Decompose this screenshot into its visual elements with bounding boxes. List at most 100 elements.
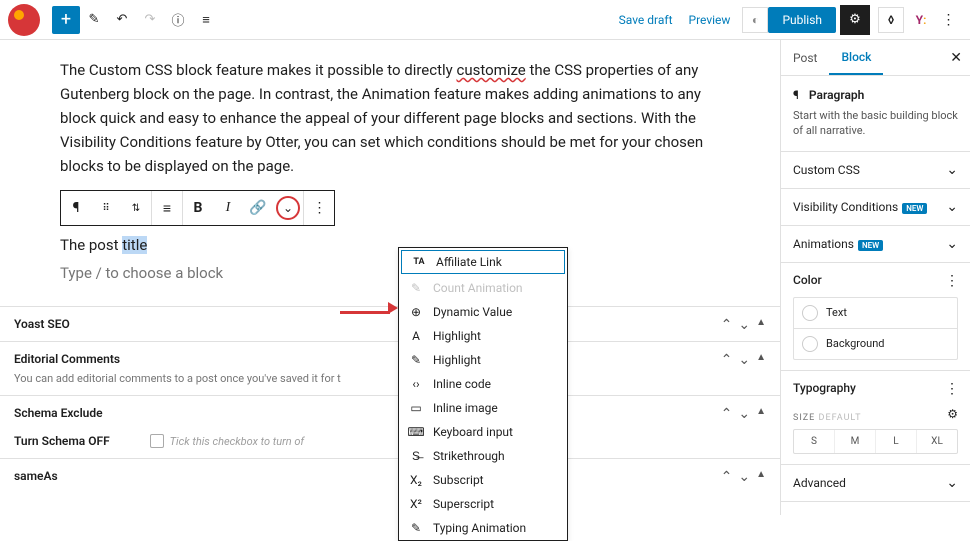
info-icon[interactable]: ⓘ xyxy=(164,6,192,34)
dropdown-item-icon: ⌨ xyxy=(409,425,423,439)
collapse-icon[interactable] xyxy=(721,406,733,422)
visibility-accordion[interactable]: Visibility ConditionsNEW xyxy=(781,189,970,226)
size-settings-icon[interactable]: ⚙ xyxy=(947,407,958,421)
site-logo[interactable] xyxy=(8,4,40,36)
dropdown-item[interactable]: ✎ Highlight xyxy=(399,348,567,372)
dropdown-item-label: Superscript xyxy=(433,497,494,511)
dropdown-item-label: Highlight xyxy=(433,329,481,343)
italic-button[interactable]: I xyxy=(213,191,243,225)
active-paragraph[interactable]: The post title xyxy=(60,236,720,254)
move-up-icon[interactable]: ▲ xyxy=(756,352,766,368)
more-options-icon[interactable]: ⋮ xyxy=(934,6,962,34)
undo-icon[interactable]: ↶ xyxy=(108,6,136,34)
animations-accordion[interactable]: AnimationsNEW xyxy=(781,226,970,263)
link-button[interactable]: 🔗 xyxy=(243,191,273,225)
dropdown-item-label: Inline code xyxy=(433,377,491,391)
sidebar-tabs: Post Block ✕ xyxy=(781,40,970,76)
paragraph-type-icon[interactable]: ¶ xyxy=(61,191,91,225)
dropdown-item[interactable]: X₂Subscript xyxy=(399,468,567,492)
accordion-label: Visibility Conditions xyxy=(793,200,898,214)
outline-icon[interactable]: ≡ xyxy=(192,6,220,34)
move-up-icon[interactable]: ▲ xyxy=(756,317,766,333)
collapse-icon[interactable] xyxy=(721,469,733,485)
block-appender[interactable]: Type / to choose a block xyxy=(60,264,720,282)
dropdown-item-icon: ▭ xyxy=(409,401,423,415)
dropdown-item[interactable]: X²Superscript xyxy=(399,492,567,516)
size-m[interactable]: M xyxy=(834,430,875,453)
save-draft-link[interactable]: Save draft xyxy=(611,13,681,27)
dropdown-item-icon: TA xyxy=(412,257,426,267)
size-label: SIZE xyxy=(793,413,815,423)
size-default: DEFAULT xyxy=(819,413,862,423)
tab-block[interactable]: Block xyxy=(829,40,883,75)
add-block-button[interactable]: + xyxy=(52,6,80,34)
sameas-panel[interactable]: sameAs ▲ xyxy=(0,458,780,493)
collapse-icon[interactable] xyxy=(721,317,733,333)
chevron-down-icon xyxy=(946,236,958,252)
dropdown-item[interactable]: ✎Typing Animation xyxy=(399,516,567,540)
block-name: Paragraph xyxy=(809,88,864,102)
schema-off-checkbox[interactable]: Tick this checkbox to turn of xyxy=(150,434,304,448)
size-xl[interactable]: XL xyxy=(916,430,957,453)
color-panel: Color⋮ Text Background xyxy=(781,263,970,371)
dropdown-item-label: Highlight xyxy=(433,353,481,367)
dropdown-item[interactable]: TAAffiliate Link xyxy=(401,250,565,274)
dropdown-item[interactable]: AHighlight xyxy=(399,324,567,348)
settings-sidebar: Post Block ✕ ¶ Paragraph Start with the … xyxy=(780,40,970,515)
expand-icon[interactable] xyxy=(738,317,750,333)
dropdown-item[interactable]: ▭ Inline image xyxy=(399,396,567,420)
bold-button[interactable]: B xyxy=(183,191,213,225)
dropdown-item[interactable]: S̶Strikethrough xyxy=(399,444,567,468)
schema-exclude-panel[interactable]: Schema Exclude ▲ Turn Schema OFF Tick th… xyxy=(0,395,780,458)
settings-gear-icon[interactable]: ⚙ xyxy=(840,5,870,35)
align-icon[interactable]: ≡ xyxy=(152,191,182,225)
typography-panel: Typography⋮ SIZE DEFAULT ⚙ S M L XL xyxy=(781,371,970,465)
advanced-accordion[interactable]: Advanced xyxy=(781,465,970,502)
block-more-options-icon[interactable]: ⋮ xyxy=(304,191,334,225)
close-sidebar-icon[interactable]: ✕ xyxy=(950,50,962,66)
panel-title: Yoast SEO xyxy=(14,317,766,331)
dropdown-item[interactable]: ⌨Keyboard input xyxy=(399,420,567,444)
plugin-icon-1[interactable]: ◊ xyxy=(878,7,904,33)
dropdown-item-icon: ✎ xyxy=(409,353,423,367)
post-text-pre: The post xyxy=(60,236,122,254)
move-arrows-icon[interactable]: ⇅ xyxy=(121,191,151,225)
redo-icon[interactable]: ↷ xyxy=(136,6,164,34)
jetpack-icon[interactable]: ◐ xyxy=(742,7,768,33)
more-rich-text-button[interactable]: ⌄ xyxy=(273,191,303,225)
block-description: Start with the basic building block of a… xyxy=(793,108,958,139)
custom-css-accordion[interactable]: Custom CSS xyxy=(781,152,970,189)
publish-button[interactable]: Publish xyxy=(768,7,836,33)
paragraph-icon: ¶ xyxy=(793,88,799,102)
size-l[interactable]: L xyxy=(875,430,916,453)
collapse-icon[interactable] xyxy=(721,352,733,368)
chevron-down-icon xyxy=(946,162,958,178)
move-up-icon[interactable]: ▲ xyxy=(756,469,766,485)
typo-options-icon[interactable]: ⋮ xyxy=(945,381,958,397)
text-color-control[interactable]: Text xyxy=(794,298,957,328)
preview-link[interactable]: Preview xyxy=(681,13,739,27)
dropdown-item-icon: S̶ xyxy=(409,449,423,463)
dropdown-item-label: Inline image xyxy=(433,401,498,415)
annotation-arrow xyxy=(340,303,398,318)
yoast-icon[interactable]: Y: xyxy=(908,7,934,33)
drag-handle-icon[interactable]: ⠿ xyxy=(91,191,121,225)
size-s[interactable]: S xyxy=(794,430,834,453)
color-options-icon[interactable]: ⋮ xyxy=(945,273,958,289)
tab-post[interactable]: Post xyxy=(781,40,829,75)
panel-title: Schema Exclude xyxy=(14,406,766,420)
dropdown-item[interactable]: ⊕Dynamic Value xyxy=(399,300,567,324)
expand-icon[interactable] xyxy=(738,406,750,422)
dropdown-item-label: Subscript xyxy=(433,473,484,487)
paragraph-block[interactable]: The Custom CSS block feature makes it po… xyxy=(60,58,720,178)
dropdown-item[interactable]: ‹›Inline code xyxy=(399,372,567,396)
editorial-comments-panel[interactable]: Editorial Comments ▲ You can add editori… xyxy=(0,341,780,395)
edit-mode-icon[interactable]: ✎ xyxy=(80,6,108,34)
expand-icon[interactable] xyxy=(738,469,750,485)
schema-off-label: Turn Schema OFF xyxy=(14,434,110,448)
selected-text: title xyxy=(122,236,147,254)
background-color-control[interactable]: Background xyxy=(794,328,957,359)
move-up-icon[interactable]: ▲ xyxy=(756,406,766,422)
expand-icon[interactable] xyxy=(738,352,750,368)
color-label: Text xyxy=(826,306,847,319)
